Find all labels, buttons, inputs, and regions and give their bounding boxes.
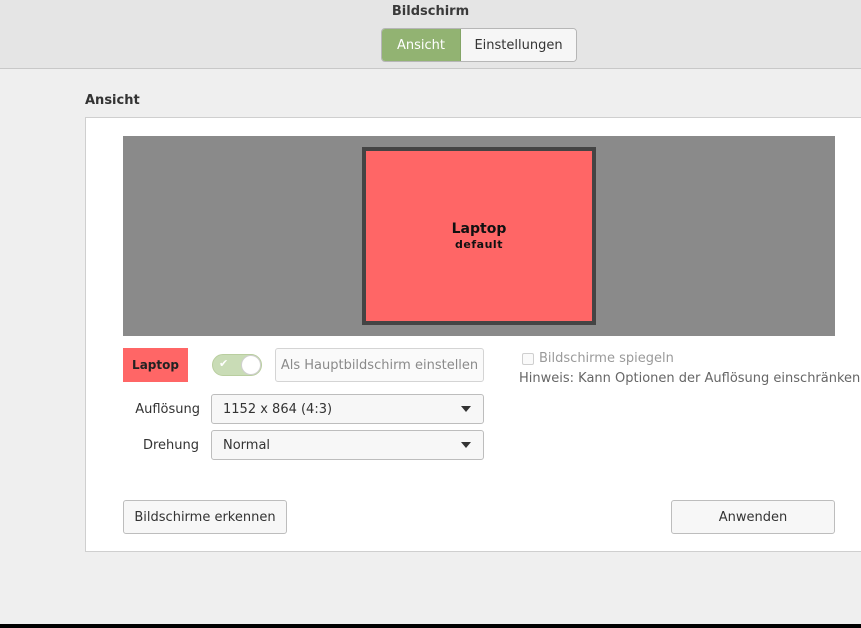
chevron-down-icon (461, 406, 471, 412)
monitor-laptop[interactable]: Laptop default (362, 147, 596, 325)
resolution-label: Auflösung (135, 402, 200, 417)
switch-knob (241, 355, 261, 375)
set-primary-button[interactable]: Als Hauptbildschirm einstellen (275, 348, 484, 382)
tab-einstellungen[interactable]: Einstellungen (461, 29, 576, 61)
section-title: Ansicht (85, 93, 140, 108)
chevron-down-icon (461, 442, 471, 448)
detect-displays-button[interactable]: Bildschirme erkennen (123, 500, 287, 534)
check-icon: ✔ (219, 357, 229, 370)
output-name-badge: Laptop (123, 348, 188, 382)
view-switcher: Ansicht Einstellungen (381, 28, 577, 62)
rotation-label: Drehung (142, 438, 199, 453)
bottom-edge (0, 624, 861, 628)
output-enabled-switch[interactable]: ✔ (212, 354, 262, 376)
apply-button[interactable]: Anwenden (671, 500, 835, 534)
rotation-value: Normal (223, 437, 271, 453)
monitor-subtitle: default (455, 238, 503, 251)
window-title: Bildschirm (391, 4, 470, 19)
tab-ansicht[interactable]: Ansicht (382, 29, 461, 61)
monitor-name: Laptop (451, 221, 507, 237)
mirror-hint: Hinweis: Kann Optionen der Auflösung ein… (519, 371, 861, 386)
mirror-label: Bildschirme spiegeln (539, 351, 674, 366)
resolution-value: 1152 x 864 (4:3) (223, 401, 333, 417)
display-panel: Laptop default Laptop ✔ Als Hauptbildsch… (85, 117, 861, 552)
rotation-combobox[interactable]: Normal (211, 430, 484, 460)
header-bar: Bildschirm Ansicht Einstellungen (0, 0, 861, 69)
monitor-arrangement-preview[interactable]: Laptop default (123, 136, 835, 336)
mirror-checkbox[interactable] (522, 352, 534, 365)
resolution-combobox[interactable]: 1152 x 864 (4:3) (211, 394, 484, 424)
mirror-displays-option[interactable]: Bildschirme spiegeln (522, 351, 674, 366)
